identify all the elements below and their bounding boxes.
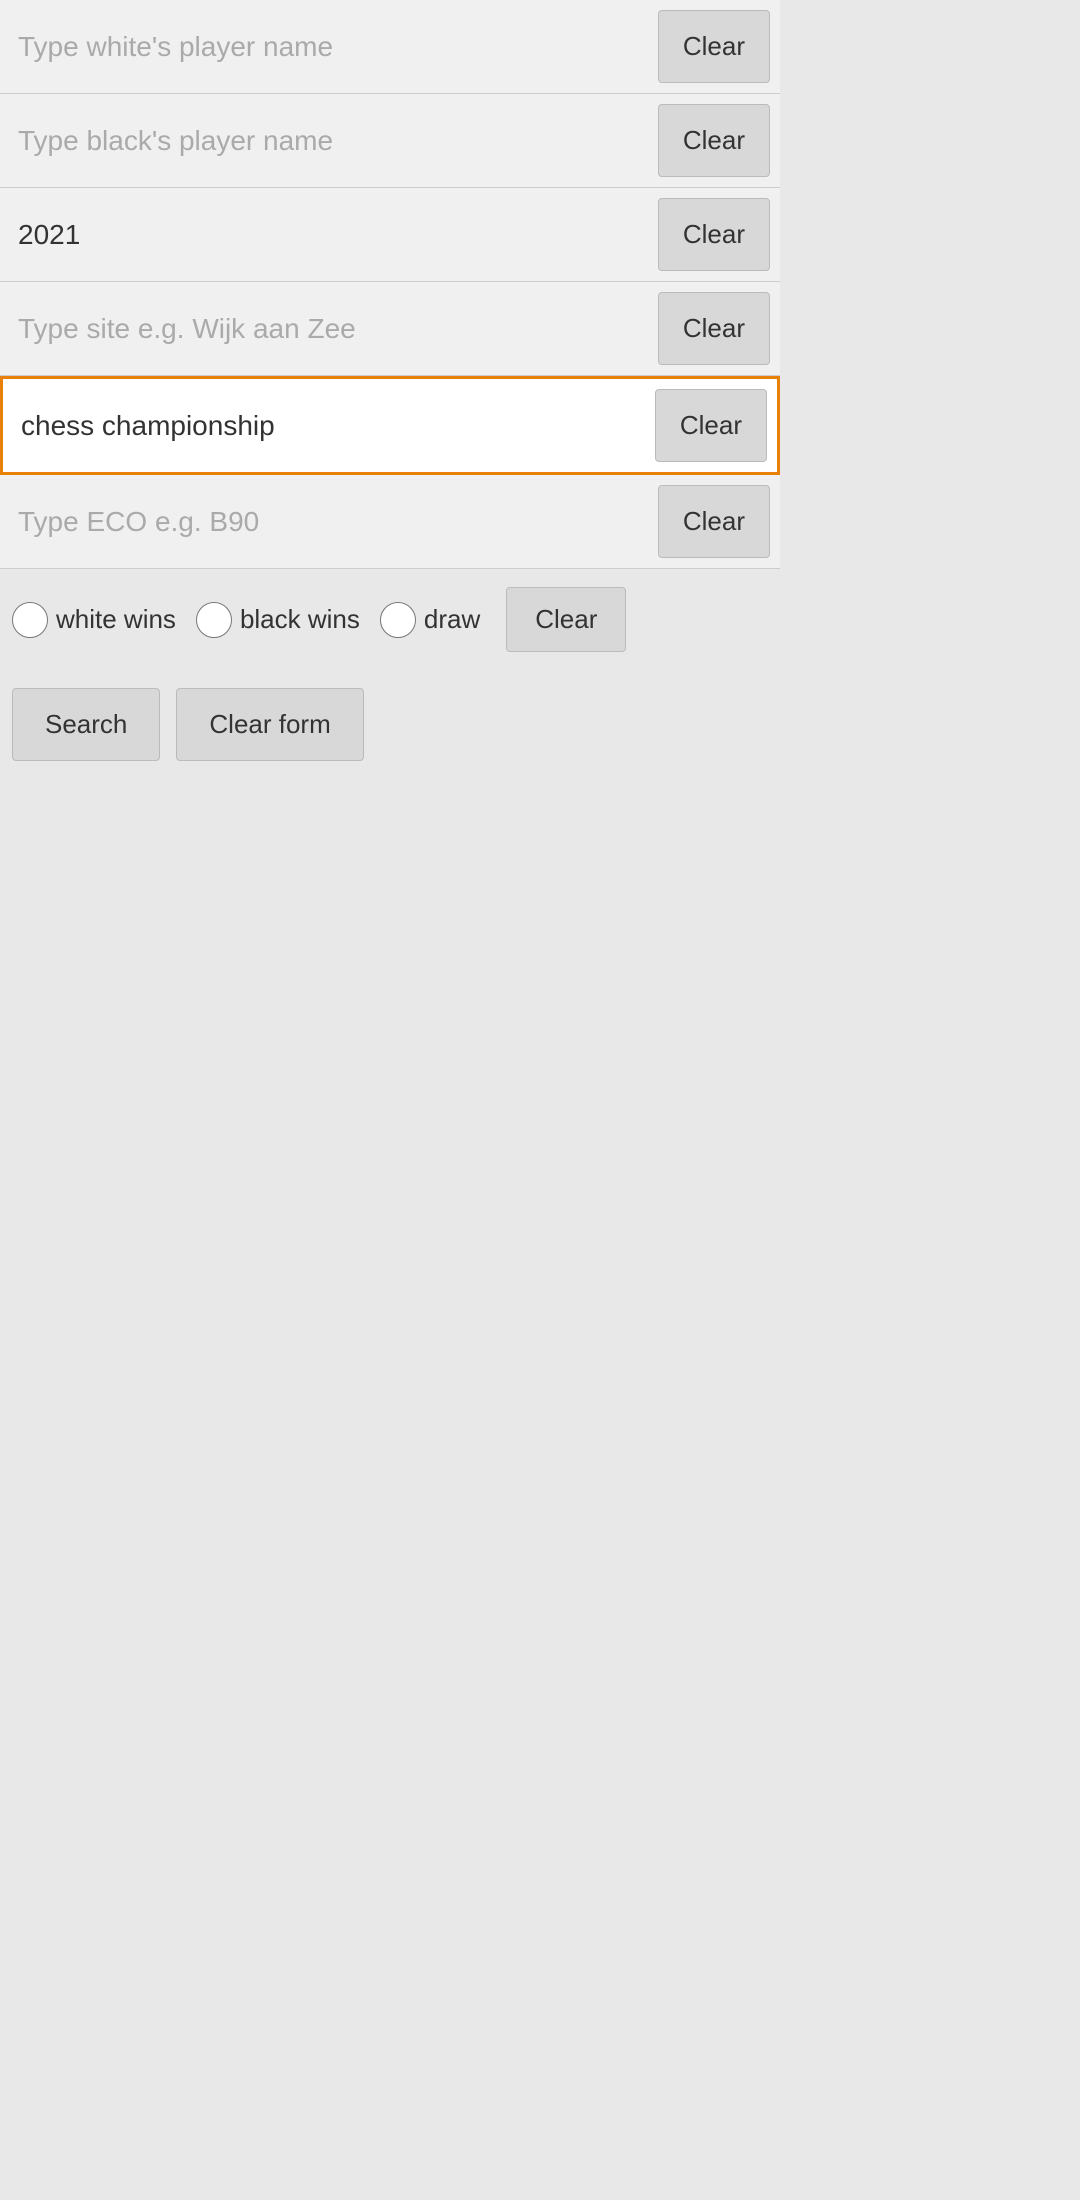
site-row: Clear: [0, 282, 780, 376]
draw-label: draw: [424, 604, 480, 635]
black-wins-option[interactable]: black wins: [196, 602, 360, 638]
year-input[interactable]: [0, 188, 654, 281]
black-wins-label: black wins: [240, 604, 360, 635]
search-form: Clear Clear Clear Clear Clear Clear whit…: [0, 0, 780, 779]
white-wins-option[interactable]: white wins: [12, 602, 176, 638]
white-player-row: Clear: [0, 0, 780, 94]
black-player-input[interactable]: [0, 94, 654, 187]
action-row: Search Clear form: [0, 670, 780, 779]
site-input[interactable]: [0, 282, 654, 375]
year-row: Clear: [0, 188, 780, 282]
draw-radio[interactable]: [380, 602, 416, 638]
site-clear-button[interactable]: Clear: [658, 292, 770, 365]
white-wins-radio[interactable]: [12, 602, 48, 638]
eco-row: Clear: [0, 475, 780, 569]
draw-option[interactable]: draw: [380, 602, 480, 638]
event-clear-button[interactable]: Clear: [655, 389, 767, 462]
event-input[interactable]: [3, 379, 651, 472]
result-radio-row: white wins black wins draw Clear: [0, 569, 780, 670]
eco-clear-button[interactable]: Clear: [658, 485, 770, 558]
year-clear-button[interactable]: Clear: [658, 198, 770, 271]
black-wins-radio[interactable]: [196, 602, 232, 638]
black-player-clear-button[interactable]: Clear: [658, 104, 770, 177]
eco-input[interactable]: [0, 475, 654, 568]
white-wins-label: white wins: [56, 604, 176, 635]
black-player-row: Clear: [0, 94, 780, 188]
white-player-clear-button[interactable]: Clear: [658, 10, 770, 83]
result-clear-button[interactable]: Clear: [506, 587, 626, 652]
white-player-input[interactable]: [0, 0, 654, 93]
search-button[interactable]: Search: [12, 688, 160, 761]
event-row: Clear: [0, 376, 780, 475]
clear-form-button[interactable]: Clear form: [176, 688, 363, 761]
